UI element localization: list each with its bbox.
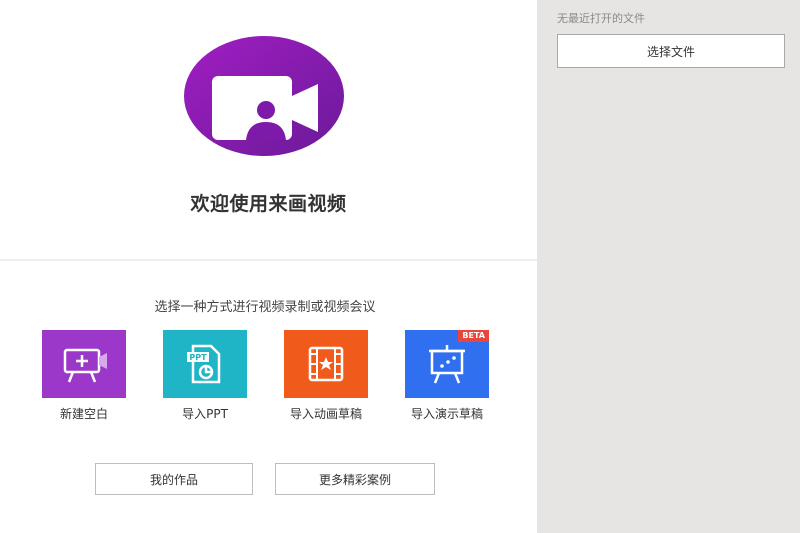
choose-file-button[interactable]: 选择文件	[557, 34, 785, 68]
recent-files-sidebar	[537, 0, 800, 533]
main-panel: 欢迎使用来画视频 选择一种方式进行视频录制或视频会议 新建空白 PPT 导入PP…	[0, 0, 537, 533]
divider	[0, 259, 537, 261]
welcome-title: 欢迎使用来画视频	[190, 193, 347, 215]
no-recent-files-text: 无最近打开的文件	[557, 12, 645, 25]
ppt-import-option[interactable]: PPT 导入PPT	[160, 330, 250, 422]
ppt-import-tile[interactable]: PPT	[163, 330, 247, 398]
new-blank-label: 新建空白	[59, 407, 108, 421]
presentation-draft-label: 导入演示草稿	[410, 407, 483, 421]
new-blank-option[interactable]: 新建空白	[39, 330, 129, 422]
more-examples-button[interactable]: 更多精彩案例	[275, 463, 435, 495]
animation-draft-tile[interactable]	[284, 330, 368, 398]
my-works-button[interactable]: 我的作品	[95, 463, 253, 495]
presentation-draft-option[interactable]: BETA 导入演示草稿	[402, 330, 492, 422]
svg-text:PPT: PPT	[189, 353, 207, 362]
animation-draft-option[interactable]: 导入动画草稿	[281, 330, 371, 422]
presentation-draft-icon	[429, 345, 465, 384]
ppt-import-label: 导入PPT	[182, 407, 228, 421]
animation-draft-label: 导入动画草稿	[289, 407, 362, 421]
beta-badge: BETA	[458, 330, 489, 342]
new-blank-tile[interactable]	[42, 330, 126, 398]
laihua-video-logo-icon	[184, 36, 344, 156]
ppt-import-icon: PPT	[187, 344, 221, 384]
presentation-draft-tile[interactable]: BETA	[405, 330, 489, 398]
new-blank-icon	[63, 348, 107, 383]
mode-subtitle: 选择一种方式进行视频录制或视频会议	[154, 300, 376, 315]
animation-draft-icon	[308, 346, 344, 382]
